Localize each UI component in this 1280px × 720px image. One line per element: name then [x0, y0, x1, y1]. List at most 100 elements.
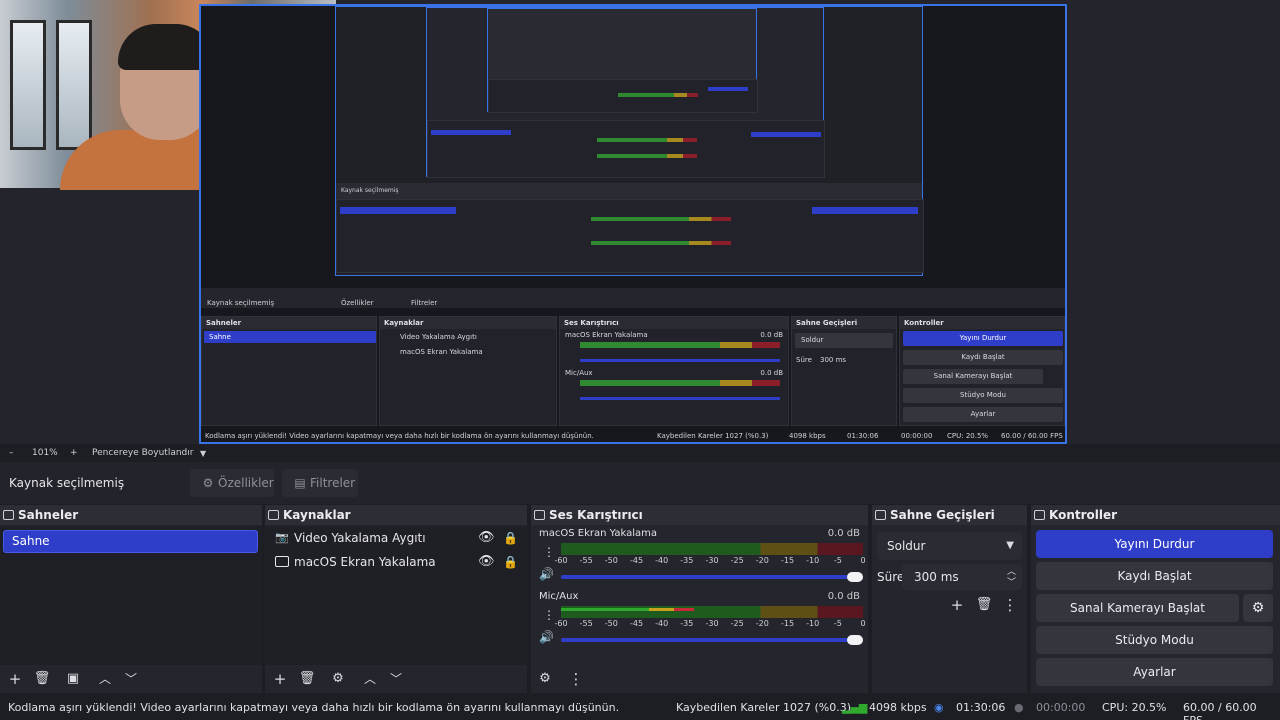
volume-knob[interactable] — [847, 635, 863, 645]
decrement-icon[interactable]: ﹀ — [1007, 578, 1016, 588]
lock-icon[interactable]: 🔒 — [503, 526, 518, 550]
dock-undock-icon[interactable] — [268, 510, 279, 520]
virtual-camera-settings-gear-icon[interactable]: ⚙ — [1243, 594, 1273, 622]
program-preview[interactable]: Kaynak seçilmemiş Kaynak seçilmemiş Özel… — [0, 0, 1280, 444]
duration-label: Süre — [877, 570, 905, 584]
visibility-eye-icon[interactable]: 👁 — [478, 550, 495, 574]
visibility-eye-icon[interactable]: 👁 — [478, 526, 495, 550]
remove-transition-icon[interactable]: 🗑 — [975, 596, 993, 614]
mixer-footer: ⚙ ⋮ — [531, 665, 868, 693]
move-down-icon[interactable]: ﹀ — [122, 670, 140, 688]
dock-undock-icon[interactable] — [875, 510, 886, 520]
nested-control-button: Kaydı Başlat — [903, 350, 1063, 365]
channel-menu-dots-icon[interactable]: ⋮ — [543, 609, 555, 621]
settings-button[interactable]: Ayarlar — [1036, 658, 1273, 686]
transition-select[interactable]: Soldur ▼ — [877, 532, 1022, 560]
scale-tick-label: -35 — [680, 556, 694, 565]
scale-tick-label: -60 — [554, 556, 568, 565]
scale-tick-label: -45 — [629, 556, 644, 565]
zoom-in-button[interactable]: + — [70, 448, 78, 458]
move-down-icon[interactable]: ﹀ — [387, 670, 405, 688]
filter-icon: ▤ — [294, 476, 306, 490]
source-item[interactable]: macOS Ekran Yakalama 👁 🔒 — [265, 550, 527, 574]
duration-value: 300 ms — [914, 570, 959, 584]
scale-tick-label: -35 — [680, 619, 694, 628]
start-virtual-camera-button[interactable]: Sanal Kamerayı Başlat — [1036, 594, 1239, 622]
add-scene-icon[interactable]: + — [6, 670, 24, 688]
dock-undock-icon[interactable] — [1034, 510, 1045, 520]
nested-duration-value: 300 ms — [820, 356, 847, 364]
nested-properties: Özellikler — [341, 299, 374, 307]
nested-capture-2 — [426, 7, 825, 178]
zoom-out-button[interactable]: – — [9, 448, 14, 458]
controls-dock: Kontroller Yayını Durdur Kaydı Başlat Sa… — [1031, 505, 1280, 693]
dock-undock-icon[interactable] — [534, 510, 545, 520]
advanced-audio-gear-icon[interactable]: ⚙ — [536, 670, 554, 688]
scene-item[interactable]: Sahne — [3, 530, 258, 553]
scale-tick-label: -20 — [755, 556, 769, 565]
scale-tick-label: -10 — [806, 619, 820, 628]
controls-title-label: Kontroller — [1049, 508, 1118, 522]
fps: 60.00 / 60.00 FPS — [1183, 701, 1257, 720]
mixer-menu-dots-icon[interactable]: ⋮ — [567, 670, 585, 688]
nested-controls-title: Kontroller — [900, 317, 1064, 329]
duration-spinbox[interactable]: 300 ms ︿ ﹀ — [902, 564, 1022, 590]
scale-tick-label: -5 — [833, 619, 842, 628]
nested-mixer-title: Ses Karıştırıcı — [560, 317, 788, 329]
stream-time: 01:30:06 — [956, 701, 1006, 714]
nested-scenes-title: Sahneler — [202, 317, 376, 329]
lock-icon[interactable]: 🔒 — [503, 550, 518, 574]
nested-controls-panel: Kontroller Yayını Durdur Kaydı Başlat Sa… — [899, 316, 1065, 426]
dock-undock-icon[interactable] — [3, 510, 14, 520]
mixer-title-label: Ses Karıştırıcı — [549, 508, 643, 522]
controls-title: Kontroller — [1031, 505, 1280, 525]
nested-transitions-title: Sahne Geçişleri — [792, 317, 896, 329]
nested-scene-label: Sahne — [209, 333, 231, 341]
nested-mixer-name: Mic/Aux — [565, 369, 593, 377]
scenes-list: Sahne — [0, 526, 262, 665]
move-up-icon[interactable]: ︿ — [96, 670, 114, 688]
transition-menu-dots-icon[interactable]: ⋮ — [1001, 596, 1019, 614]
volume-knob[interactable] — [847, 572, 863, 582]
filters-button[interactable]: ▤ Filtreler — [282, 469, 358, 497]
add-transition-icon[interactable]: + — [948, 596, 966, 614]
nested-meter — [591, 241, 731, 245]
source-item[interactable]: 📷 Video Yakalama Aygıtı 👁 🔒 — [265, 526, 527, 550]
speaker-icon[interactable]: 🔊 — [539, 567, 554, 581]
nested-rec-time: 00:00:00 — [901, 432, 933, 440]
scale-tick-label: -5 — [833, 556, 842, 565]
meter-scale: -60 -55 -50 -45 -40 -35 -30 -25 -20 -15 -10 -5 0 — [554, 556, 865, 566]
volume-slider[interactable] — [561, 635, 863, 645]
scenes-title: Sahneler — [0, 505, 262, 525]
mixer-title: Ses Karıştırıcı — [531, 505, 868, 525]
fit-to-window-button[interactable]: Pencereye Boyutlandır — [92, 448, 193, 458]
scale-tick-label: -40 — [655, 556, 669, 565]
scene-filters-icon[interactable]: ▣ — [64, 670, 82, 688]
add-source-icon[interactable]: + — [271, 670, 289, 688]
dropped-frames: Kaybedilen Kareler 1027 (%0.3) — [676, 701, 852, 714]
start-recording-button[interactable]: Kaydı Başlat — [1036, 562, 1273, 590]
properties-button[interactable]: ⚙ Özellikler — [190, 469, 274, 497]
scale-tick-label: -60 — [554, 619, 568, 628]
mixer-channel-name: Mic/Aux — [539, 591, 579, 602]
speaker-icon[interactable]: 🔊 — [539, 630, 554, 644]
channel-menu-dots-icon[interactable]: ⋮ — [543, 546, 555, 558]
remove-source-icon[interactable]: 🗑 — [298, 670, 316, 688]
recording-icon: ● — [1014, 701, 1024, 714]
nested-control-button: Sanal Kamerayı Başlat — [903, 369, 1043, 384]
nested-capture-3 — [487, 8, 758, 113]
nested-obs-ui: Kaynak seçilmemiş Özellikler Filtreler S… — [201, 288, 1065, 442]
source-properties-gear-icon[interactable]: ⚙ — [329, 670, 347, 688]
nested-sources-panel: Kaynaklar Video Yakalama Aygıtı macOS Ek… — [379, 316, 557, 426]
increment-icon[interactable]: ︿ — [1007, 567, 1016, 577]
remove-scene-icon[interactable]: 🗑 — [33, 670, 51, 688]
move-up-icon[interactable]: ︿ — [361, 670, 379, 688]
screen-capture-source[interactable]: Kaynak seçilmemiş Kaynak seçilmemiş Özel… — [199, 4, 1067, 444]
zoom-menu-caret-icon[interactable]: ▼ — [200, 449, 206, 458]
stop-stream-button[interactable]: Yayını Durdur — [1036, 530, 1273, 558]
scale-tick-label: -10 — [806, 556, 820, 565]
volume-slider[interactable] — [561, 572, 863, 582]
scale-tick-label: -40 — [655, 619, 669, 628]
studio-mode-button[interactable]: Stüdyo Modu — [1036, 626, 1273, 654]
streaming-icon: ◉ — [934, 701, 944, 714]
